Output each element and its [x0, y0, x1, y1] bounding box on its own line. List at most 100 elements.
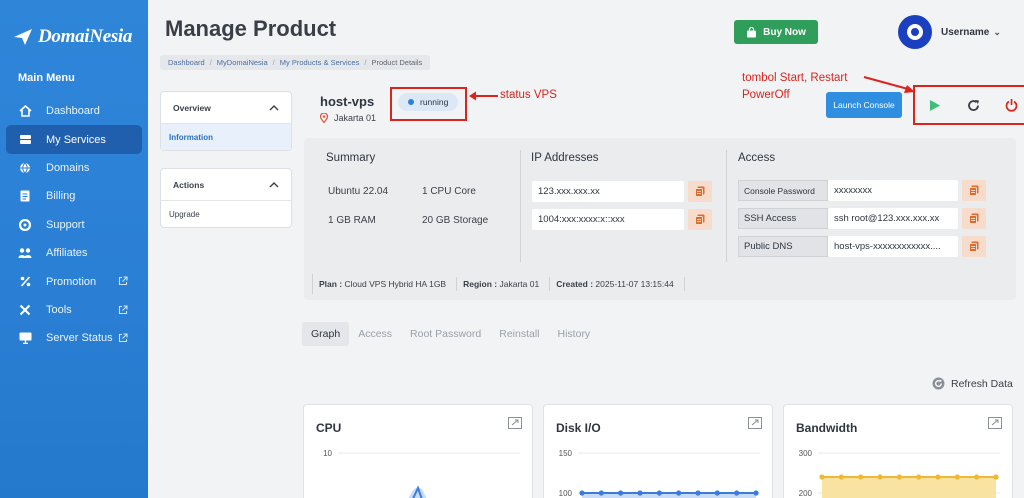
- tab-access[interactable]: Access: [349, 322, 401, 346]
- tab-reinstall[interactable]: Reinstall: [490, 322, 548, 346]
- sidebar-item-my-services[interactable]: My Services: [6, 125, 142, 154]
- data-point: [974, 474, 980, 480]
- location-pin-icon: [320, 113, 328, 123]
- sidebar-menu: Dashboard My Services Domains Billing Su…: [6, 97, 142, 353]
- sidebar-item-label: Support: [46, 218, 85, 231]
- annotation-power-line1: tombol Start, Restart: [742, 72, 848, 84]
- y-tick-label: 100: [559, 489, 573, 498]
- people-icon: [18, 246, 32, 260]
- public-dns-label: Public DNS: [738, 236, 828, 257]
- data-point: [877, 474, 883, 480]
- breadcrumb-link[interactable]: My Products & Services: [280, 58, 360, 67]
- overview-panel: Overview Information: [160, 91, 292, 151]
- plan-value: Cloud VPS Hybrid HA 1GB: [344, 279, 447, 289]
- panel-item-upgrade[interactable]: Upgrade: [161, 201, 291, 227]
- sidebar-item-billing[interactable]: Billing: [6, 182, 142, 210]
- server-icon: [18, 133, 32, 147]
- tab-history[interactable]: History: [549, 322, 600, 346]
- launch-console-button[interactable]: Launch Console: [826, 92, 902, 118]
- y-tick-label: 300: [799, 449, 813, 458]
- tab-graph[interactable]: Graph: [302, 322, 350, 346]
- cpu-chart-card: CPU 10: [303, 404, 533, 498]
- globe-icon: [18, 161, 32, 175]
- sidebar-item-label: Domains: [46, 161, 90, 174]
- breadcrumb-current: Product Details: [371, 58, 423, 67]
- breadcrumb-link[interactable]: MyDomaiNesia: [217, 58, 268, 67]
- cpu-chart-plot: 10: [323, 449, 520, 498]
- actions-header[interactable]: Actions: [161, 169, 291, 201]
- panel-item-information[interactable]: Information: [161, 124, 291, 150]
- overview-title: Overview: [173, 102, 211, 113]
- data-point: [819, 474, 825, 480]
- tab-root-password[interactable]: Root Password: [401, 322, 490, 346]
- breadcrumb-link[interactable]: Dashboard: [168, 58, 205, 67]
- breadcrumb: Dashboard / MyDomaiNesia / My Products & S…: [160, 55, 431, 70]
- created-label: Created :: [556, 279, 594, 289]
- user-menu[interactable]: Username ⌄: [941, 27, 1001, 38]
- sidebar-item-label: Promotion: [46, 275, 97, 288]
- refresh-label: Refresh Data: [951, 377, 1013, 390]
- logo-icon: [14, 29, 32, 45]
- summary-storage: 20 GB Storage: [422, 215, 489, 226]
- disk-io-chart-card: Disk I/O 150 100: [543, 404, 773, 498]
- divider: [520, 150, 521, 262]
- sidebar-item-tools[interactable]: Tools: [6, 296, 142, 324]
- bandwidth-chart-card: Bandwidth 300 200: [783, 404, 1013, 498]
- actions-title: Actions: [173, 179, 205, 190]
- data-point: [714, 490, 720, 496]
- shopping-bag-icon: [747, 26, 757, 37]
- data-point: [993, 474, 999, 480]
- sidebar-item-server-status[interactable]: Server Status: [6, 324, 142, 352]
- host-name: host-vps: [320, 94, 375, 109]
- y-tick-label: 10: [323, 449, 332, 458]
- console-password-label: Console Password: [738, 180, 828, 201]
- ssh-access-field[interactable]: ssh root@123.xxx.xxx.xx: [828, 208, 958, 229]
- data-point: [916, 474, 922, 480]
- refresh-data-button[interactable]: Refresh Data: [932, 377, 1013, 390]
- sidebar-item-affiliates[interactable]: Affiliates: [6, 239, 142, 267]
- summary-title: Summary: [326, 152, 376, 164]
- chevron-up-icon: [269, 181, 279, 187]
- home-icon: [18, 104, 32, 118]
- copy-button[interactable]: [688, 209, 712, 230]
- refresh-icon: [932, 377, 945, 390]
- percent-icon: [18, 275, 32, 289]
- console-password-field[interactable]: xxxxxxxx: [828, 180, 958, 201]
- overview-header[interactable]: Overview: [161, 92, 291, 124]
- data-point: [858, 474, 864, 480]
- data-point: [954, 474, 960, 480]
- created-value: 2025-11-07 13:15:44: [595, 279, 674, 289]
- data-point: [618, 490, 624, 496]
- tab-bar: Graph Access Root Password Reinstall His…: [302, 322, 599, 346]
- external-link-icon: [118, 333, 128, 343]
- lifebuoy-icon: [18, 218, 32, 232]
- chevron-down-icon: ⌄: [993, 27, 1001, 37]
- sidebar-item-domains[interactable]: Domains: [6, 154, 142, 182]
- copy-icon: [969, 241, 979, 252]
- sidebar-item-label: Server Status: [46, 332, 113, 345]
- monitor-icon: [18, 331, 32, 345]
- annotation-status-label: status VPS: [500, 89, 557, 101]
- public-dns-field[interactable]: host-vps-xxxxxxxxxxxx....: [828, 236, 958, 257]
- ipv4-field[interactable]: 123.xxx.xxx.xx: [532, 181, 684, 202]
- ssh-access-label: SSH Access: [738, 208, 828, 229]
- ipv6-field[interactable]: 1004:xxx:xxxx:x::xxx: [532, 209, 684, 230]
- copy-button[interactable]: [688, 181, 712, 202]
- copy-icon: [695, 214, 705, 225]
- data-point: [838, 474, 844, 480]
- sidebar-item-support[interactable]: Support: [6, 211, 142, 239]
- sidebar-item-promotion[interactable]: Promotion: [6, 267, 142, 295]
- summary-os: Ubuntu 22.04: [328, 186, 389, 197]
- avatar[interactable]: [898, 15, 932, 49]
- copy-button[interactable]: [962, 208, 986, 229]
- copy-icon: [695, 186, 705, 197]
- buy-now-button[interactable]: Buy Now: [734, 20, 818, 44]
- logo[interactable]: DomaiNesia: [12, 26, 132, 48]
- copy-button[interactable]: [962, 236, 986, 257]
- region-value: Jakarta 01: [499, 279, 540, 289]
- page-title: Manage Product: [165, 16, 337, 41]
- sidebar-item-dashboard[interactable]: Dashboard: [6, 97, 142, 125]
- bandwidth-chart-plot: 300 200: [799, 449, 1000, 498]
- sidebar-item-label: Dashboard: [46, 105, 100, 118]
- copy-button[interactable]: [962, 180, 986, 201]
